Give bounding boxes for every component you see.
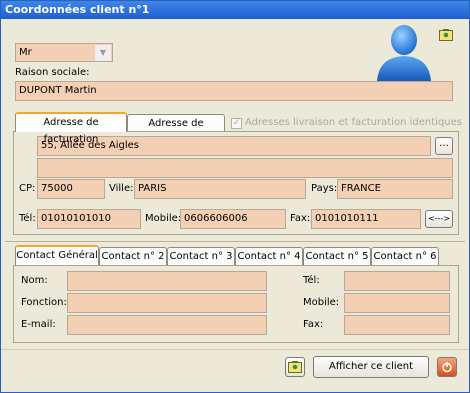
tab-contact-3[interactable]: Contact n° 3 [167,247,235,265]
civilite-select[interactable]: Mr ▼ [15,43,113,62]
ville-label: Ville: [109,183,134,194]
identical-address-checkbox[interactable]: ✓ [231,118,242,129]
tab-contact-5[interactable]: Contact n° 5 [303,247,371,265]
close-button[interactable] [437,357,457,377]
window-title: Coordonnées client n°1 [1,1,469,19]
tab-contact-6[interactable]: Contact n° 6 [371,247,439,265]
tab-contact-2[interactable]: Contact n° 2 [99,247,167,265]
tab-contact-1[interactable]: Contact Général [15,245,99,265]
contact-mobile-label: Mobile: [303,297,340,308]
mobile-field[interactable]: 0606606006 [180,209,286,229]
address-line2-field[interactable] [37,158,453,178]
swap-phone-button[interactable]: <---> [425,210,453,228]
contact-fonction-field[interactable] [67,293,267,313]
pays-field[interactable]: FRANCE [337,179,453,199]
raison-sociale-label: Raison sociale: [15,67,90,78]
power-icon [442,362,452,373]
pays-label: Pays: [311,183,338,194]
raison-sociale-field[interactable]: DUPONT Martin [15,81,453,101]
contact-nom-field[interactable] [67,271,267,291]
mobile-label: Mobile: [145,213,182,224]
client-window: Coordonnées client n°1 Mr ▼ Raison socia… [0,0,470,393]
tab-contact-4[interactable]: Contact n° 4 [235,247,303,265]
address-more-button[interactable]: ... [435,137,453,155]
ville-field[interactable]: PARIS [134,179,306,199]
fax-label: Fax: [290,213,311,224]
window-body: Mr ▼ Raison sociale: DUPONT Martin Adres… [1,19,469,392]
contact-fax-field[interactable] [344,315,450,335]
tab-delivery-address[interactable]: Adresse de livraison [127,114,225,146]
tel-label: Tél: [19,213,36,224]
cp-field[interactable]: 75000 [37,179,105,199]
contact-email-label: E-mail: [21,319,56,330]
photo-icon[interactable] [439,29,453,41]
fax-field[interactable]: 0101010111 [311,209,421,229]
civilite-value: Mr [19,47,32,58]
contact-tel-field[interactable] [344,271,450,291]
cp-label: CP: [19,183,36,194]
contact-tel-label: Tél: [303,275,320,286]
contact-fax-label: Fax: [303,319,324,330]
photo-icon [288,361,302,373]
open-photo-button[interactable] [285,357,305,377]
contact-fonction-label: Fonction: [21,297,67,308]
tel-field[interactable]: 01010101010 [37,209,141,229]
contact-mobile-field[interactable] [344,293,450,313]
section-divider [5,241,465,242]
chevron-down-icon[interactable]: ▼ [95,45,111,61]
identical-address-label: Adresses livraison et facturation identi… [245,117,462,128]
show-client-button[interactable]: Afficher ce client [313,356,429,378]
contact-nom-label: Nom: [21,275,48,286]
tab-billing-address[interactable]: Adresse de facturation [15,112,127,145]
contact-email-field[interactable] [67,315,267,335]
avatar [373,23,435,81]
